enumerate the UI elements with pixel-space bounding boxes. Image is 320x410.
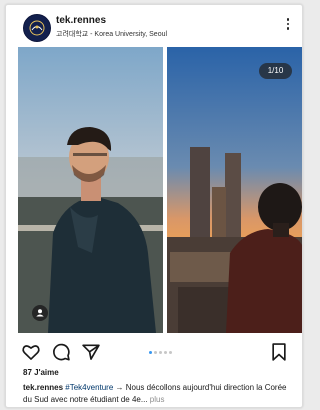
post-photo <box>18 47 302 333</box>
carousel-indicator <box>149 351 174 355</box>
carousel-dot <box>169 351 172 354</box>
caption-hashtag[interactable]: #Tek4venture <box>65 383 113 392</box>
caption-username[interactable]: tek.rennes <box>23 383 63 392</box>
user-tag-button[interactable] <box>32 305 48 321</box>
instagram-post: tek.rennes 고려대학교 - Korea University, Seo… <box>5 4 303 408</box>
more-options-button[interactable] <box>282 16 294 36</box>
caption-more-link[interactable]: plus <box>150 395 165 404</box>
more-vertical-icon <box>282 18 294 30</box>
share-button[interactable] <box>81 342 101 362</box>
user-tag-icon <box>36 309 44 317</box>
send-icon <box>82 344 100 360</box>
like-count[interactable]: 87 J'aime <box>23 368 59 377</box>
post-caption: tek.rennes #Tek4venture → Nous décollons… <box>23 382 295 406</box>
carousel-dot <box>164 351 167 354</box>
post-username[interactable]: tek.rennes <box>56 15 106 26</box>
image-counter: 1/10 <box>259 63 292 79</box>
comment-button[interactable] <box>51 342 71 362</box>
action-bar <box>6 339 302 365</box>
save-button[interactable] <box>269 342 289 362</box>
heart-icon <box>22 345 40 360</box>
comment-icon <box>53 343 70 361</box>
bookmark-icon <box>272 343 286 361</box>
carousel-dot <box>154 351 157 354</box>
carousel-dot <box>159 351 162 354</box>
post-location[interactable]: 고려대학교 - Korea University, Seoul <box>56 29 167 39</box>
profile-avatar[interactable] <box>23 14 51 42</box>
post-image-carousel[interactable]: 1/10 <box>18 47 302 333</box>
post-header: tek.rennes 고려대학교 - Korea University, Seo… <box>6 5 302 45</box>
avatar-logo-icon <box>24 15 50 41</box>
carousel-dot-active <box>149 351 152 354</box>
like-button[interactable] <box>21 342 41 362</box>
